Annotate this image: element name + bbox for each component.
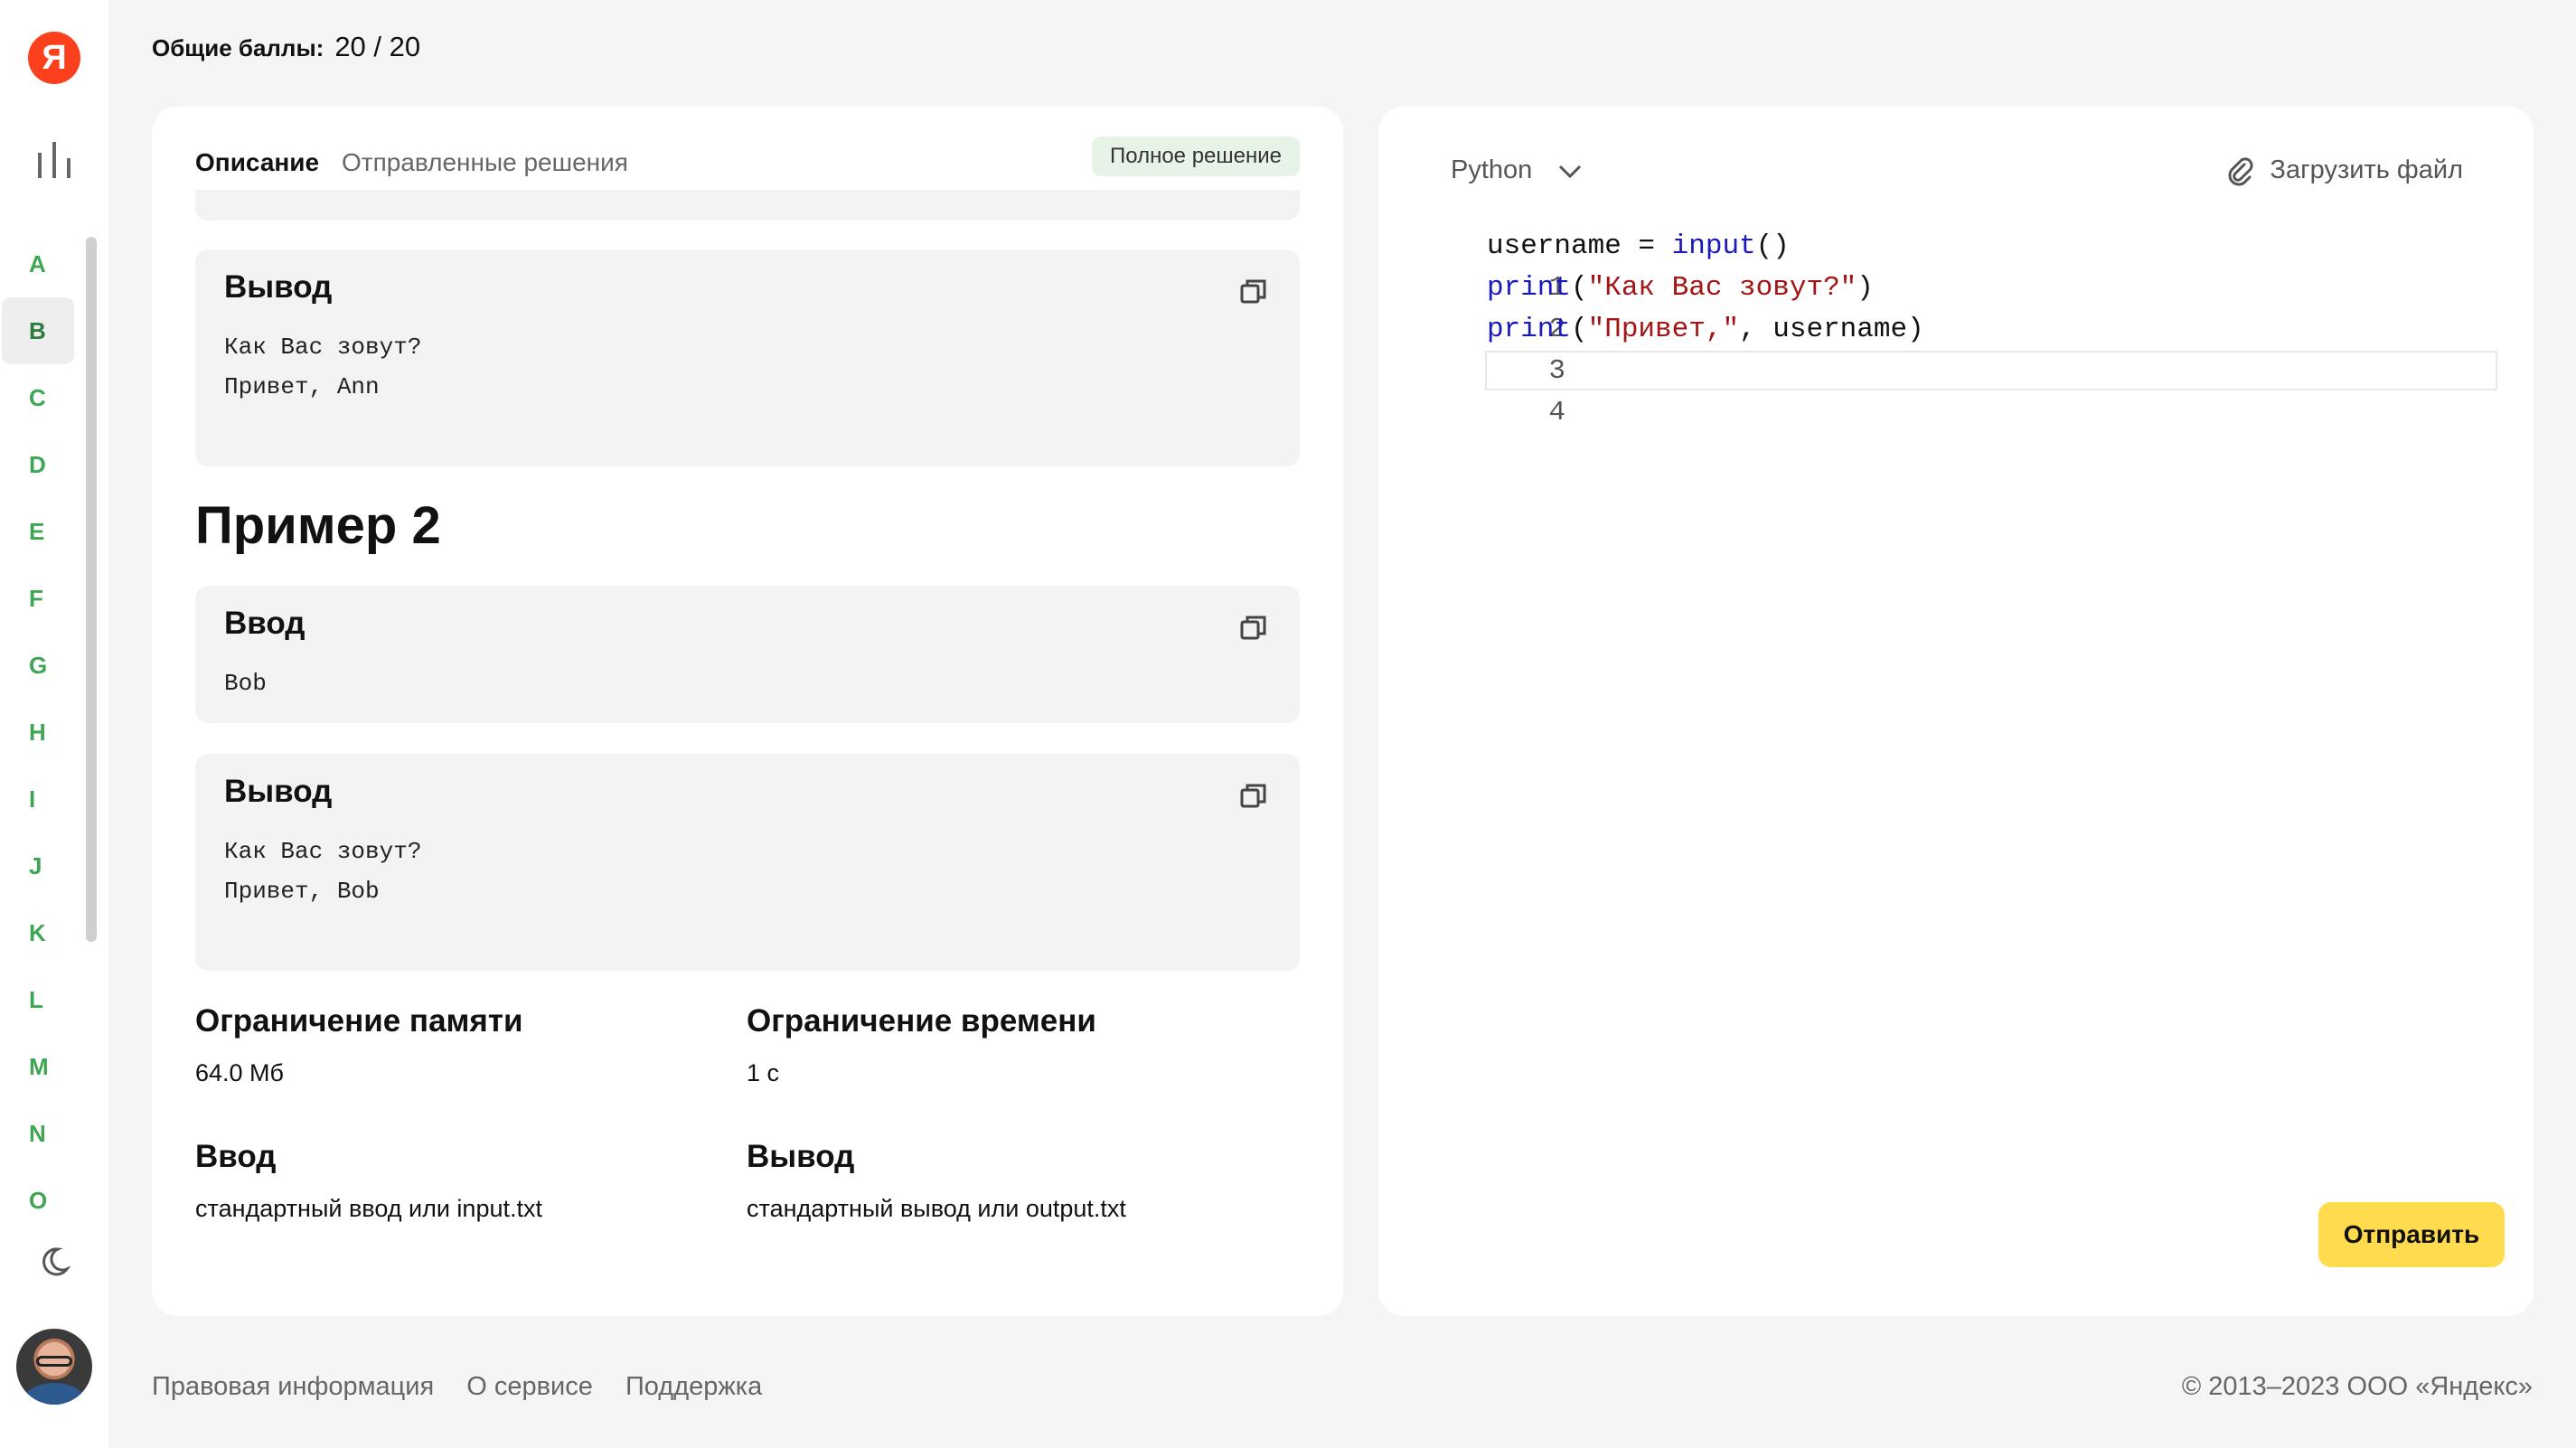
problem-letter-n[interactable]: N <box>0 1100 76 1167</box>
problem-letter-l[interactable]: L <box>0 966 76 1033</box>
problem-letter-j[interactable]: J <box>0 832 76 899</box>
problem-letter-f[interactable]: F <box>0 565 76 632</box>
stats-icon[interactable] <box>36 140 72 180</box>
active-line-highlight[interactable] <box>1485 351 2497 390</box>
code-line: 2 print("Как Вас зовут?") <box>1436 268 2521 345</box>
yandex-logo[interactable]: Я <box>28 32 80 84</box>
problem-letter-k[interactable]: K <box>0 899 76 966</box>
memory-limit-title: Ограничение памяти <box>195 1003 523 1039</box>
sample-input-text: Bob <box>224 663 267 703</box>
status-badge: Полное решение <box>1092 136 1300 176</box>
sidebar-scrollbar[interactable] <box>86 237 97 942</box>
code-token: , username) <box>1739 314 1924 345</box>
time-limit-title: Ограничение времени <box>747 1003 1096 1039</box>
problem-letter-m[interactable]: M <box>0 1033 76 1100</box>
input-spec-value: стандартный ввод или input.txt <box>195 1195 542 1222</box>
tab-description[interactable]: Описание <box>195 148 319 177</box>
avatar-shirt <box>24 1383 85 1405</box>
output-spec-value: стандартный вывод или output.txt <box>747 1195 1126 1222</box>
problem-letter-list: A B C D E F G H I J K L M N O <box>0 230 76 1234</box>
code-line: 1 username = input() <box>1436 226 2521 304</box>
example-heading: Пример 2 <box>195 496 441 555</box>
avatar[interactable] <box>16 1329 92 1405</box>
footer-link-about[interactable]: О сервисе <box>466 1372 593 1401</box>
code-token: "Привет," <box>1587 314 1740 345</box>
copy-icon[interactable] <box>1238 277 1269 307</box>
total-score: Общие баллы: 20 / 20 <box>152 31 420 63</box>
description-tabs: Описание Отправленные решения <box>195 139 636 194</box>
problem-letter-h[interactable]: H <box>0 699 76 766</box>
time-limit-value: 1 с <box>747 1059 780 1086</box>
problem-letter-i[interactable]: I <box>0 766 76 832</box>
sample-output-text: Как Вас зовут? Привет, Ann <box>224 327 421 407</box>
sample-line: Bob <box>224 670 267 697</box>
sample-title: Ввод <box>224 606 306 641</box>
input-spec: Ввод стандартный ввод или input.txt <box>195 1139 738 1223</box>
submit-button[interactable]: Отправить <box>2318 1202 2505 1267</box>
code-token: print <box>1487 272 1572 304</box>
language-select[interactable]: Python <box>1451 155 1532 185</box>
sample-line: Привет, Ann <box>224 373 380 400</box>
copyright: © 2013–2023 ООО «Яндекс» <box>2181 1372 2533 1401</box>
upload-file-button[interactable]: Загрузить файл <box>2270 155 2463 185</box>
code-token: ) <box>1857 272 1874 304</box>
code-token: () <box>1755 230 1790 262</box>
sample-box-cut <box>195 190 1300 221</box>
code-token: input <box>1671 230 1756 262</box>
sample-line: Привет, Bob <box>224 878 380 905</box>
footer-link-support[interactable]: Поддержка <box>625 1372 762 1401</box>
problem-letter-d[interactable]: D <box>0 431 76 498</box>
code-token: ( <box>1571 272 1588 304</box>
copy-icon[interactable] <box>1238 781 1269 812</box>
sample1-output-box: Вывод Как Вас зовут? Привет, Ann <box>195 249 1300 466</box>
copy-icon[interactable] <box>1238 613 1269 644</box>
avatar-glasses <box>36 1356 72 1367</box>
line-number: 4 <box>1548 397 1565 428</box>
memory-limit: Ограничение памяти 64.0 Мб <box>195 1003 738 1087</box>
sample-title: Вывод <box>224 774 333 809</box>
output-spec: Вывод стандартный вывод или output.txt <box>747 1139 1289 1223</box>
code-line: 3 print("Привет,", username) <box>1436 309 2521 387</box>
input-spec-title: Ввод <box>195 1139 277 1174</box>
output-spec-title: Вывод <box>747 1139 855 1174</box>
memory-limit-value: 64.0 Мб <box>195 1059 285 1086</box>
sample-title: Вывод <box>224 269 333 305</box>
problem-letter-a[interactable]: A <box>0 230 76 297</box>
score-label: Общие баллы: <box>152 34 324 61</box>
problem-letter-b[interactable]: B <box>2 297 74 364</box>
sample2-input-box: Ввод Bob <box>195 586 1300 723</box>
problem-letter-o[interactable]: O <box>0 1167 76 1234</box>
code-line: 4 <box>1436 351 2521 428</box>
problem-description-panel: Описание Отправленные решения Полное реш… <box>152 107 1343 1316</box>
chevron-down-icon[interactable] <box>1557 163 1583 181</box>
sample-output-text: Как Вас зовут? Привет, Bob <box>224 832 421 911</box>
problem-letter-e[interactable]: E <box>0 498 76 565</box>
code-editor-panel: Python Загрузить файл 1 username = input… <box>1378 107 2534 1316</box>
sample-line: Как Вас зовут? <box>224 334 422 361</box>
footer-link-legal[interactable]: Правовая информация <box>152 1372 434 1401</box>
code-token: print <box>1487 314 1572 345</box>
problem-letter-g[interactable]: G <box>0 632 76 699</box>
time-limit: Ограничение времени 1 с <box>747 1003 1289 1087</box>
score-value: 20 / 20 <box>334 31 421 62</box>
code-editor[interactable]: 1 username = input() 2 print("Как Вас зо… <box>1436 226 2521 428</box>
sample-line: Как Вас зовут? <box>224 838 422 865</box>
code-token: "Как Вас зовут?" <box>1587 272 1857 304</box>
moon-icon[interactable] <box>36 1244 72 1280</box>
problem-letter-c[interactable]: C <box>0 364 76 431</box>
footer-links: Правовая информация О сервисе Поддержка <box>152 1372 787 1402</box>
sample2-output-box: Вывод Как Вас зовут? Привет, Bob <box>195 754 1300 971</box>
sidebar: Я A B C D E F G H I J K L M N O <box>0 0 108 1448</box>
code-token: ( <box>1571 314 1588 345</box>
paperclip-icon[interactable] <box>2226 157 2255 186</box>
code-token: username = <box>1487 230 1672 262</box>
tab-submissions[interactable]: Отправленные решения <box>342 148 628 177</box>
